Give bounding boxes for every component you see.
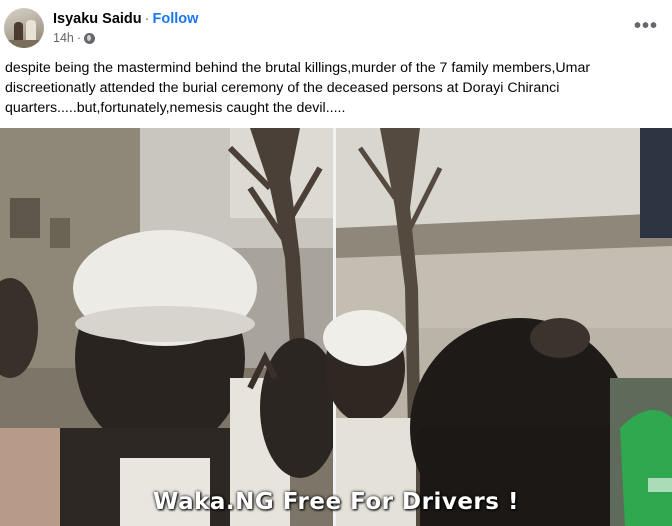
post-header: Isyaku Saidu · Follow 14h · ••• [0, 0, 672, 56]
follow-button[interactable]: Follow [153, 11, 199, 27]
separator-dot: · [144, 11, 150, 27]
author-name[interactable]: Isyaku Saidu [53, 11, 142, 27]
more-options-icon[interactable]: ••• [634, 15, 658, 38]
video-watermark: Waka.NG Free For Drivers ! [153, 489, 519, 515]
video-frame [0, 128, 672, 526]
post-timestamp[interactable]: 14h [53, 31, 74, 45]
author-avatar[interactable] [4, 8, 44, 48]
post-caption: despite being the mastermind behind the … [5, 60, 591, 116]
author-line: Isyaku Saidu · Follow [53, 11, 198, 27]
post-video[interactable] [0, 128, 672, 526]
globe-icon [84, 32, 96, 44]
post-meta: 14h · [53, 31, 96, 45]
